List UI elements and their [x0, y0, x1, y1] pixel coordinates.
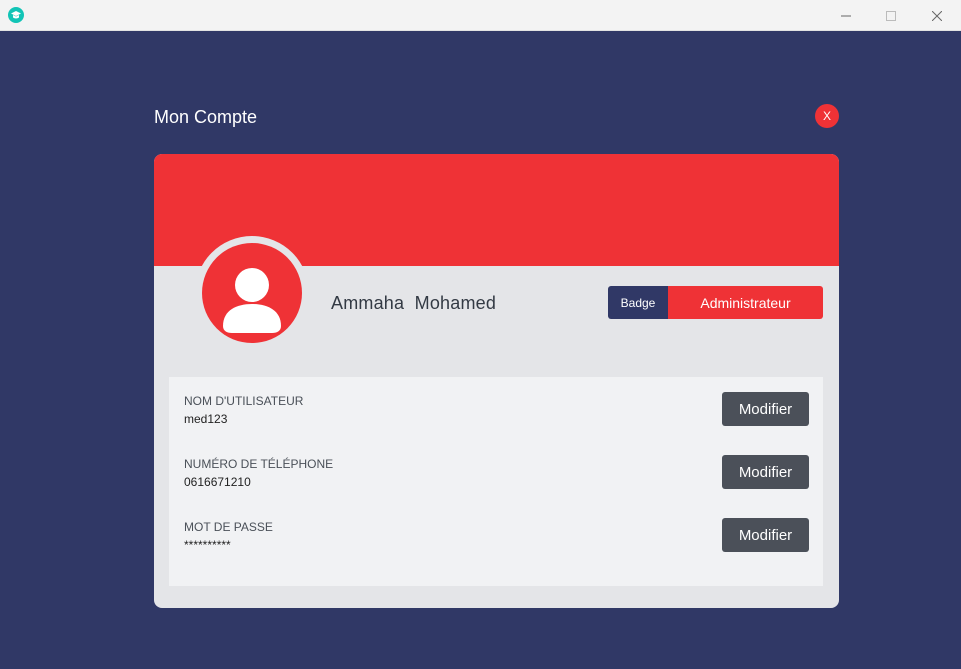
user-name: Ammaha Mohamed: [331, 293, 497, 313]
badge-value: Administrateur: [668, 286, 823, 319]
modify-password-button[interactable]: Modifier: [722, 518, 809, 552]
username-value: med123: [184, 412, 228, 426]
phone-label: NUMÉRO DE TÉLÉPHONE: [184, 457, 334, 471]
maximize-icon[interactable]: [868, 0, 914, 31]
window-titlebar: [0, 0, 961, 31]
profile-card: Ammaha Mohamed Badge Administrateur NOM …: [154, 154, 839, 608]
role-badge: Badge Administrateur: [608, 286, 823, 319]
phone-value: 0616671210: [184, 475, 251, 489]
graduation-cap-icon: [8, 7, 24, 23]
username-label: NOM D'UTILISATEUR: [184, 394, 304, 408]
phone-row: NUMÉRO DE TÉLÉPHONE 0616671210 Modifier: [169, 455, 823, 497]
page-title: Mon Compte: [154, 107, 258, 127]
password-label: MOT DE PASSE: [184, 520, 273, 534]
username-row: NOM D'UTILISATEUR med123 Modifier: [169, 392, 823, 434]
minimize-icon[interactable]: [823, 0, 869, 31]
password-row: MOT DE PASSE ********** Modifier: [169, 518, 823, 560]
modify-phone-button[interactable]: Modifier: [722, 455, 809, 489]
close-dialog-button[interactable]: X: [815, 104, 839, 128]
user-icon: [223, 268, 281, 333]
password-value: **********: [184, 538, 231, 552]
account-info-panel: NOM D'UTILISATEUR med123 Modifier NUMÉRO…: [169, 377, 823, 586]
modify-username-button[interactable]: Modifier: [722, 392, 809, 426]
avatar: [202, 243, 302, 343]
badge-label: Badge: [608, 286, 668, 319]
close-icon[interactable]: [914, 0, 960, 31]
